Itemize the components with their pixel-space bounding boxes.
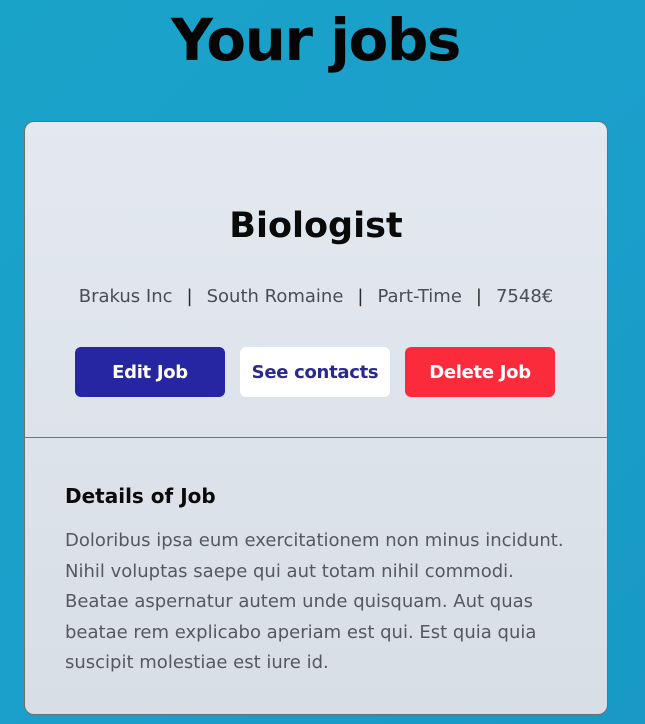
job-card-header: Biologist Brakus Inc | South Romaine | P… <box>25 122 607 438</box>
job-location: South Romaine <box>206 286 344 307</box>
job-company: Brakus Inc <box>78 286 173 307</box>
job-meta: Brakus Inc | South Romaine | Part-Time |… <box>25 284 607 310</box>
job-actions: Edit Job See contacts Delete Job <box>75 347 555 397</box>
page-title: Your jobs <box>171 6 461 74</box>
details-heading: Details of Job <box>65 484 216 508</box>
meta-separator: | <box>475 286 482 307</box>
see-contacts-button[interactable]: See contacts <box>240 347 390 397</box>
job-salary: 7548€ <box>495 286 554 307</box>
details-description: Doloribus ipsa eum exercitationem non mi… <box>65 530 564 673</box>
delete-job-button[interactable]: Delete Job <box>405 347 555 397</box>
job-title: Biologist <box>229 206 403 246</box>
meta-separator: | <box>186 286 193 307</box>
job-card: Biologist Brakus Inc | South Romaine | P… <box>24 121 608 715</box>
job-details: Details of Job Doloribus ipsa eum exerci… <box>65 482 565 679</box>
job-type: Part-Time <box>377 286 462 307</box>
meta-separator: | <box>357 286 364 307</box>
edit-job-button[interactable]: Edit Job <box>75 347 225 397</box>
